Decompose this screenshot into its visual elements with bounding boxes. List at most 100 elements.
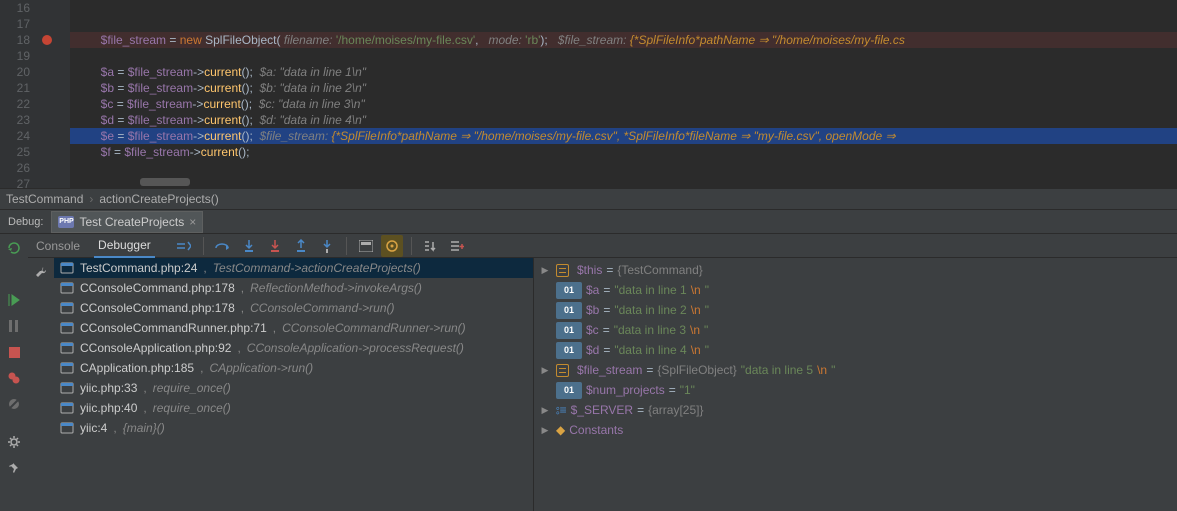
add-watch-button[interactable]: [446, 235, 468, 257]
variable-name: $this: [577, 263, 602, 277]
fold-column[interactable]: [56, 0, 70, 188]
php-icon: PHP: [58, 216, 74, 228]
frames-panel[interactable]: TestCommand.php:24, TestCommand->actionC…: [54, 258, 534, 511]
variable-row[interactable]: ▶ $this = {TestCommand}: [538, 260, 1173, 280]
frame-icon: [60, 342, 74, 354]
step-over-button[interactable]: [212, 235, 234, 257]
horizontal-scrollbar[interactable]: [140, 178, 190, 186]
force-step-into-button[interactable]: [264, 235, 286, 257]
stack-frame[interactable]: CConsoleCommand.php:178, ReflectionMetho…: [54, 278, 533, 298]
variable-name: Constants: [569, 423, 623, 437]
frame-icon: [60, 322, 74, 334]
frame-icon: [60, 382, 74, 394]
variable-row[interactable]: ▶ $file_stream = {SplFileObject} "data i…: [538, 360, 1173, 380]
show-execution-point-button[interactable]: [173, 235, 195, 257]
resume-button[interactable]: [3, 289, 25, 311]
frame-location: TestCommand.php:24: [80, 261, 197, 275]
variable-row[interactable]: 01 $d = "data in line 4\n": [538, 340, 1173, 360]
variable-row[interactable]: 01 $c = "data in line 3\n": [538, 320, 1173, 340]
debug-session-tab[interactable]: PHP Test CreateProjects ×: [51, 211, 203, 233]
settings-button[interactable]: [3, 431, 25, 453]
breakpoint-icon[interactable]: [42, 35, 52, 45]
frame-location: CConsoleApplication.php:92: [80, 341, 231, 355]
run-to-cursor-button[interactable]: [316, 235, 338, 257]
variable-name: $file_stream: [577, 363, 642, 377]
frame-location: CApplication.php:185: [80, 361, 194, 375]
code-area[interactable]: $file_stream = new SplFileObject( filena…: [70, 0, 1177, 188]
line-gutter: 161718192021222324252627: [0, 0, 38, 188]
value-badge-icon: 01: [556, 382, 582, 399]
object-icon: [556, 364, 569, 377]
pin-button[interactable]: [3, 457, 25, 479]
step-out-button[interactable]: [290, 235, 312, 257]
stack-frame[interactable]: CConsoleApplication.php:92, CConsoleAppl…: [54, 338, 533, 358]
stack-frame[interactable]: CConsoleCommand.php:178, CConsoleCommand…: [54, 298, 533, 318]
frame-location: CConsoleCommandRunner.php:71: [80, 321, 267, 335]
stack-frame[interactable]: yiic:4, {main}(): [54, 418, 533, 438]
rerun-button[interactable]: [3, 237, 25, 259]
code-line-22[interactable]: $c = $file_stream->current(); $c: "data …: [70, 96, 1177, 112]
breadcrumb-method[interactable]: actionCreateProjects(): [99, 192, 218, 206]
frame-context: require_once(): [153, 401, 231, 415]
frame-context: CConsoleCommandRunner->run(): [282, 321, 466, 335]
frame-context: {main}(): [123, 421, 165, 435]
pause-button[interactable]: [3, 315, 25, 337]
trace-button[interactable]: [381, 235, 403, 257]
frame-icon: [60, 282, 74, 294]
value-badge-icon: 01: [556, 302, 582, 319]
frame-context: CConsoleApplication->processRequest(): [247, 341, 464, 355]
frame-icon: [60, 302, 74, 314]
code-editor[interactable]: 161718192021222324252627 $file_stream = …: [0, 0, 1177, 188]
frame-icon: [60, 262, 74, 274]
frame-location: yiic.php:33: [80, 381, 137, 395]
expand-icon[interactable]: ▶: [538, 425, 552, 436]
code-line-20[interactable]: $a = $file_stream->current(); $a: "data …: [70, 64, 1177, 80]
frame-context: require_once(): [153, 381, 231, 395]
wrench-icon[interactable]: [30, 261, 52, 283]
stack-frame[interactable]: yiic.php:33, require_once(): [54, 378, 533, 398]
stack-frame[interactable]: CConsoleCommandRunner.php:71, CConsoleCo…: [54, 318, 533, 338]
breadcrumb-class[interactable]: TestCommand: [6, 192, 83, 206]
frames-toolbar: [28, 258, 54, 511]
variable-name: $a: [586, 283, 599, 297]
mute-breakpoints-button[interactable]: [3, 393, 25, 415]
value-badge-icon: 01: [556, 342, 582, 359]
debug-tab-row: Debug: PHP Test CreateProjects ×: [0, 210, 1177, 234]
tab-console[interactable]: Console: [32, 234, 84, 258]
frame-context: CConsoleCommand->run(): [250, 301, 394, 315]
debug-panel: Debug: PHP Test CreateProjects × Console…: [0, 210, 1177, 511]
variable-row[interactable]: 01 $a = "data in line 1\n": [538, 280, 1173, 300]
frame-context: TestCommand->actionCreateProjects(): [213, 261, 421, 275]
code-line-25[interactable]: $f = $file_stream->current();: [70, 144, 1177, 160]
frame-context: ReflectionMethod->invokeArgs(): [250, 281, 422, 295]
view-breakpoints-button[interactable]: [3, 367, 25, 389]
frame-location: CConsoleCommand.php:178: [80, 301, 235, 315]
frame-icon: [60, 422, 74, 434]
code-line-18[interactable]: $file_stream = new SplFileObject( filena…: [70, 32, 1177, 48]
sort-vars-button[interactable]: [420, 235, 442, 257]
variable-row[interactable]: ▶⦂≡ $_SERVER = {array[25]}: [538, 400, 1173, 420]
variables-panel[interactable]: ▶ $this = {TestCommand}01 $a = "data in …: [534, 258, 1177, 511]
breakpoint-column[interactable]: [38, 0, 56, 188]
code-line-24[interactable]: $e = $file_stream->current(); $file_stre…: [70, 128, 1177, 144]
variable-row[interactable]: 01 $num_projects = "1": [538, 380, 1173, 400]
step-into-button[interactable]: [238, 235, 260, 257]
array-icon: ⦂≡: [556, 403, 567, 418]
tab-debugger[interactable]: Debugger: [94, 234, 155, 258]
stack-frame[interactable]: yiic.php:40, require_once(): [54, 398, 533, 418]
variable-name: $_SERVER: [571, 403, 633, 417]
code-line-21[interactable]: $b = $file_stream->current(); $b: "data …: [70, 80, 1177, 96]
stack-frame[interactable]: CApplication.php:185, CApplication->run(…: [54, 358, 533, 378]
close-icon[interactable]: ×: [189, 215, 196, 229]
variable-row[interactable]: 01 $b = "data in line 2\n": [538, 300, 1173, 320]
stack-frame[interactable]: TestCommand.php:24, TestCommand->actionC…: [54, 258, 533, 278]
expand-icon[interactable]: ▶: [538, 405, 552, 416]
expand-icon[interactable]: ▶: [538, 365, 552, 376]
variable-row[interactable]: ▶◆ Constants: [538, 420, 1173, 440]
frame-icon: [60, 402, 74, 414]
stop-button[interactable]: [3, 341, 25, 363]
value-badge-icon: 01: [556, 282, 582, 299]
evaluate-expression-button[interactable]: [355, 235, 377, 257]
code-line-23[interactable]: $d = $file_stream->current(); $d: "data …: [70, 112, 1177, 128]
expand-icon[interactable]: ▶: [538, 265, 552, 276]
